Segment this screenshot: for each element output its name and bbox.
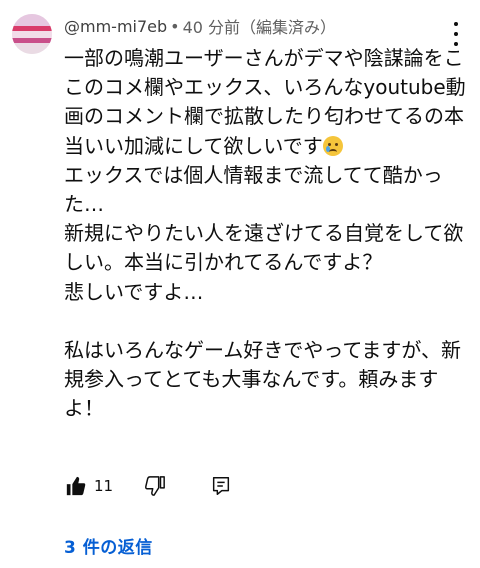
crying-face-icon bbox=[322, 135, 343, 156]
comment-line: このコメ欄やエックス、いろんなyoutube動 bbox=[64, 75, 466, 100]
view-replies-link[interactable]: 3 件の返信 bbox=[64, 533, 153, 558]
comment-line: 一部の鳴潮ユーザーさんがデマや陰謀論をこ bbox=[64, 46, 464, 70]
comment-line-with-emoji: 当いい加減にして欲しいです bbox=[64, 132, 464, 161]
comment-line: 私はいろんなゲーム好きでやってますが、新 bbox=[64, 337, 461, 362]
meta-separator: • bbox=[170, 16, 180, 36]
thumbs-down-icon[interactable] bbox=[143, 474, 167, 498]
reply-icon[interactable] bbox=[209, 474, 233, 498]
comment-meta: @mm-mi7eb • 40 分前（編集済み） bbox=[64, 14, 336, 38]
comment-line: た… bbox=[64, 191, 104, 216]
thumbs-up-icon[interactable] bbox=[64, 474, 88, 498]
comment-line: エックスでは個人情報まで流してて酷かっ bbox=[64, 162, 443, 187]
comment-actions: 11 bbox=[64, 474, 233, 498]
comment-line: しい。本当に引かれてるんですよ？ bbox=[64, 250, 383, 275]
comment-line: 当いい加減にして欲しいです bbox=[64, 133, 323, 158]
comment-line: 悲しいですよ… bbox=[64, 279, 204, 304]
comment-line: 画のコメント欄で拡散したり匂わせてるの本 bbox=[64, 104, 464, 129]
like-count: 11 bbox=[94, 477, 114, 495]
comment-timestamp: 40 分前（編集済み） bbox=[182, 18, 337, 37]
comment-line: 規参入ってとても大事なんです。頼みます bbox=[64, 367, 439, 392]
avatar[interactable] bbox=[12, 14, 52, 54]
channel-handle[interactable]: @mm-mi7eb bbox=[64, 17, 167, 36]
comment-line bbox=[64, 307, 464, 336]
comment-line: 新規にやりたい人を遠ざけてる自覚をして欲 bbox=[64, 221, 464, 246]
comment-line: よ！ bbox=[64, 396, 104, 421]
more-options-icon[interactable] bbox=[448, 22, 464, 46]
comment-text: 一部の鳴潮ユーザーさんがデマや陰謀論をこ このコメ欄やエックス、いろんなyout… bbox=[64, 44, 466, 423]
